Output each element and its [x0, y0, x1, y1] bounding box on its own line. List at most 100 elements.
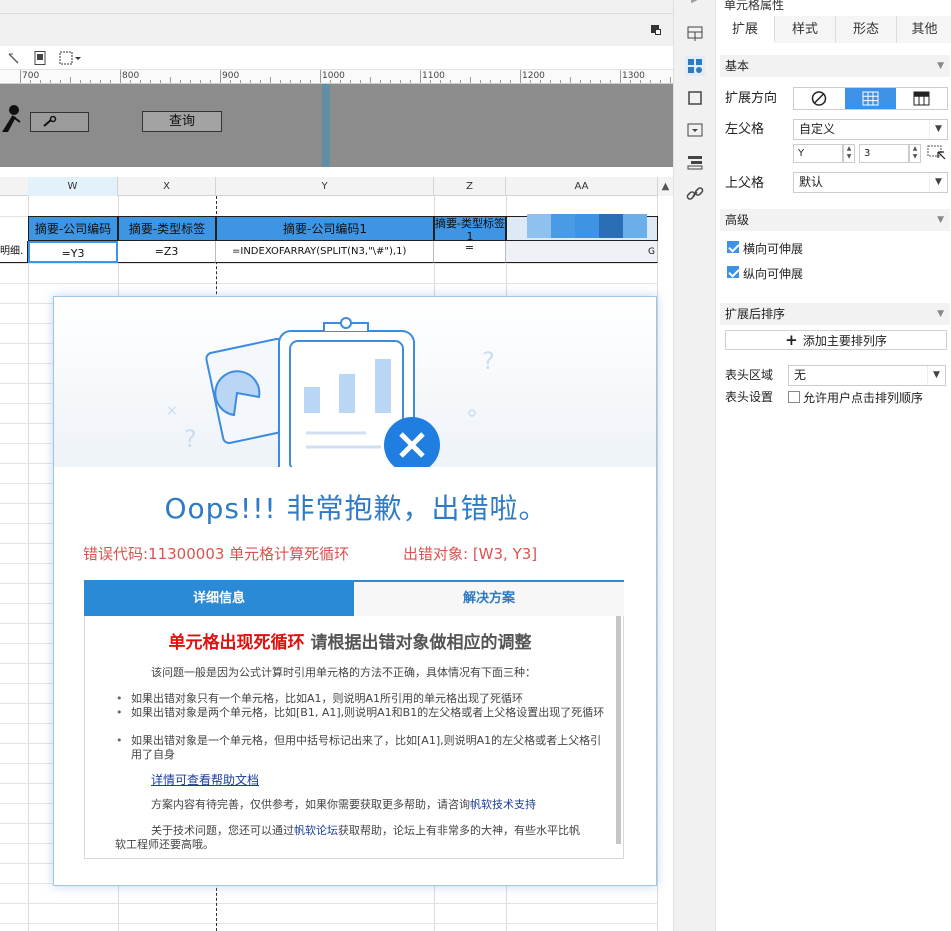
section-sort[interactable]: 扩展后排序 ▼	[720, 303, 950, 325]
scroll-up-arrow[interactable]: ▲	[658, 177, 673, 196]
ruler-tick	[150, 80, 151, 83]
data-cell[interactable]: =Z3	[118, 241, 216, 263]
support-link[interactable]: 帆软技术支持	[470, 798, 536, 811]
allow-user-sort-checkbox[interactable]	[788, 391, 800, 403]
svg-text:×: ×	[166, 403, 178, 419]
ruler-tick	[140, 80, 141, 83]
parameter-form-preview: 查询	[0, 84, 673, 167]
line-tool-icon[interactable]	[6, 50, 22, 66]
data-cell[interactable]: 明细.	[0, 241, 28, 263]
column-stepper[interactable]: ▲ ▼	[843, 144, 855, 163]
ruler-tick	[530, 80, 531, 83]
header-cell[interactable]: 摘要-类型标签1	[434, 216, 506, 243]
header-cell[interactable]: 摘要-公司编码1	[216, 216, 434, 241]
ruler-tick	[360, 80, 361, 83]
header-cell[interactable]: 摘要-公司编码	[28, 216, 118, 241]
widget-settings-icon[interactable]	[685, 120, 705, 140]
left-parent-row-input[interactable]: 3	[859, 144, 909, 163]
chevron-down-icon: ▼	[929, 120, 947, 139]
plus-icon: +	[785, 331, 803, 349]
tab-style[interactable]: 样式	[775, 16, 836, 43]
section-label: 基本	[725, 59, 750, 73]
cell-style-icon[interactable]	[685, 88, 705, 108]
panel-title: 单元格属性	[724, 0, 785, 12]
hyperlink-icon[interactable]	[685, 184, 705, 204]
ruler-tick	[220, 70, 221, 83]
chevron-down-icon: ▼	[929, 173, 947, 192]
column-header-w[interactable]: W	[28, 177, 118, 196]
border-dropdown-icon[interactable]	[58, 50, 82, 66]
horizontal-expand-checkbox[interactable]	[727, 241, 739, 253]
help-doc-link[interactable]: 详情可查看帮助文档	[151, 771, 259, 788]
data-cell[interactable]: G	[506, 241, 658, 263]
data-cell[interactable]: =INDEXOFARRAY(SPLIT(N3,"\#"),1)	[216, 241, 434, 263]
tab-solution[interactable]: 解决方案	[354, 582, 624, 616]
ruler-tick	[50, 80, 51, 83]
left-parent-column-input[interactable]: Y	[793, 144, 843, 163]
ruler-tick	[670, 77, 671, 83]
button-label: 添加主要排列序	[802, 334, 887, 348]
ruler-tick	[570, 77, 571, 83]
vertical-expand-button[interactable]	[845, 88, 896, 109]
error-code: 错误代码:11300003 单元格计算死循环	[83, 545, 350, 563]
vertical-expand-checkbox[interactable]	[727, 266, 739, 278]
heading-red: 单元格出现死循环	[168, 633, 305, 653]
tab-form[interactable]: 形态	[836, 16, 897, 43]
ruler-tick	[130, 80, 131, 83]
add-sort-button[interactable]: + 添加主要排列序	[725, 330, 947, 350]
ruler-tick	[410, 80, 411, 83]
detail-content: 单元格出现死循环 请根据出错对象做相应的调整 该问题一般是因为公式计算时引用单元…	[84, 616, 624, 859]
column-header-x[interactable]: X	[118, 177, 216, 196]
ruler-tick	[560, 80, 561, 83]
tab-other[interactable]: 其他	[897, 16, 951, 43]
no-expand-button[interactable]	[794, 88, 845, 109]
ruler-label: 1300	[622, 71, 645, 81]
tab-expand[interactable]: 扩展	[716, 16, 775, 43]
section-advanced[interactable]: 高级 ▼	[720, 209, 950, 231]
ruler-tick	[500, 80, 501, 83]
checkbox-label: 允许用户点击排列顺序	[803, 391, 924, 405]
section-label: 扩展后排序	[725, 307, 786, 321]
forum-link[interactable]: 帆软论坛	[294, 824, 338, 837]
column-header-z[interactable]: Z	[434, 177, 506, 196]
ruler-tick	[580, 80, 581, 83]
top-parent-select[interactable]: 默认 ▼	[793, 172, 948, 193]
ruler-tick	[350, 80, 351, 83]
ruler-tick	[300, 80, 301, 83]
header-area-select[interactable]: 无 ▼	[788, 365, 946, 386]
section-label: 高级	[725, 213, 750, 227]
query-button[interactable]: 查询	[142, 111, 222, 132]
ruler-tick	[40, 80, 41, 83]
checkbox-label: 纵向可伸展	[743, 267, 804, 281]
left-parent-select[interactable]: 自定义 ▼	[793, 119, 948, 140]
data-cell[interactable]: =	[434, 241, 506, 263]
ruler-tick	[390, 80, 391, 83]
title-strip	[0, 14, 673, 46]
row-stepper[interactable]: ▲ ▼	[909, 144, 921, 163]
grid-row-line	[0, 263, 658, 264]
ruler-tick	[270, 77, 271, 83]
bullet-item: 如果出错对象只有一个单元格，比如A1，则说明A1所引用的单元格出现了死循环	[116, 692, 611, 706]
ruler-tick	[630, 80, 631, 83]
column-header-aa[interactable]: AA	[506, 177, 658, 196]
expand-direction-group	[793, 87, 948, 110]
ruler-tick	[100, 80, 101, 83]
tab-detail-info[interactable]: 详细信息	[84, 582, 354, 616]
column-header-y[interactable]: Y	[216, 177, 434, 196]
section-basic[interactable]: 基本 ▼	[720, 55, 950, 77]
arrow-right-icon[interactable]: ▶	[685, 0, 705, 14]
checkbox-label: 横向可伸展	[743, 242, 804, 256]
cell-properties-icon[interactable]	[685, 56, 705, 76]
collapse-panel-icon[interactable]	[649, 23, 663, 37]
horizontal-expand-button[interactable]	[896, 88, 947, 109]
condition-attr-icon[interactable]	[685, 152, 705, 172]
header-cell[interactable]: 摘要-类型标签	[118, 216, 216, 241]
tool-widget[interactable]	[30, 112, 89, 132]
ruler-tick	[620, 70, 621, 83]
image-tool-icon[interactable]	[32, 50, 48, 66]
cell-picker-icon[interactable]	[927, 144, 947, 165]
cell-element-icon[interactable]	[685, 24, 705, 44]
ruler-tick	[230, 80, 231, 83]
error-dialog: ? ? × Oops!!! 非常抱歉，出错啦。 错误代码:11300003 单元…	[53, 296, 657, 886]
data-cell-selected[interactable]: =Y3	[28, 241, 118, 263]
